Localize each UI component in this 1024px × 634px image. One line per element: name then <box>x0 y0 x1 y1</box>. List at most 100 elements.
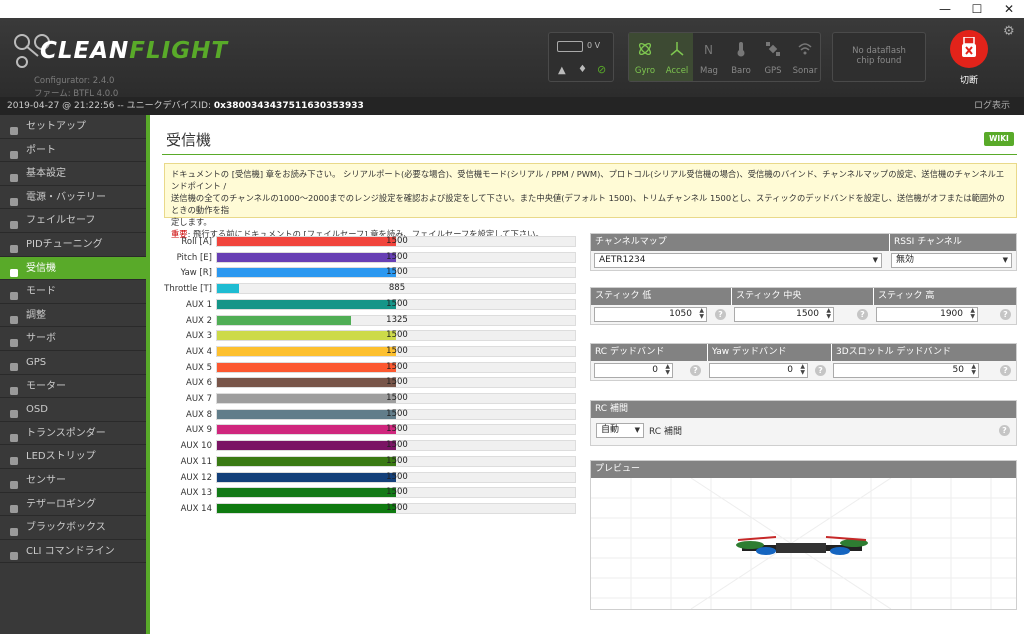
disconnect-button[interactable] <box>950 30 988 68</box>
sidebar-item[interactable]: サーボ <box>0 327 146 351</box>
sidebar-item[interactable]: トランスポンダー <box>0 422 146 446</box>
configurator-version: Configurator: 2.4.0 <box>34 76 115 86</box>
sonar-icon <box>798 43 812 55</box>
accel-icon <box>670 42 684 56</box>
channel-label: AUX 2 <box>186 315 212 326</box>
sidebar-item[interactable]: ポート <box>0 139 146 163</box>
help-icon[interactable]: ? <box>690 365 701 376</box>
sidebar-item[interactable]: 調整 <box>0 304 146 328</box>
device-id-label: -- ユニークデバイスID: <box>114 101 214 111</box>
gyro-icon <box>638 42 652 56</box>
stick-low-input[interactable]: 1050 ▲ ▼ <box>594 307 707 322</box>
yaw-deadband-input[interactable]: 0 ▲ ▼ <box>709 363 808 378</box>
help-icon[interactable]: ? <box>715 309 726 320</box>
sidebar-item[interactable]: 電源・バッテリー <box>0 186 146 210</box>
sidebar-item[interactable]: LEDストリップ <box>0 445 146 469</box>
sidebar-item[interactable]: フェイルセーフ <box>0 209 146 233</box>
channel-bar-track: 1500 <box>216 393 576 404</box>
app-header: CLEANFLIGHT Configurator: 2.4.0 ファーム: BT… <box>0 18 1024 99</box>
channel-bar-track: 1500 <box>216 440 576 452</box>
channel-value: 1500 <box>386 361 408 372</box>
sidebar-item-label: GPS <box>26 356 47 368</box>
sidebar-item[interactable]: OSD <box>0 398 146 422</box>
help-icon[interactable]: ? <box>1000 309 1011 320</box>
sidebar-nav: セットアップ ポート基本設定 電源・バッテリー フェイルセーフ PIDチューニング 受信機… <box>0 115 146 634</box>
sidebar-item-label: 調整 <box>26 309 46 321</box>
channel-row: Yaw [R] 1500 <box>150 267 580 279</box>
transponder-icon <box>9 429 19 442</box>
rssi-channel-header: RSSI チャンネル <box>889 234 1016 251</box>
channel-bar-track: 1500 <box>216 471 576 483</box>
status-line: 2019-04-27 @ 21:22:56 -- ユニークデバイスID: 0x3… <box>0 97 1024 115</box>
sensor-status-panel: Gyro Accel N Mag Baro GPS Sonar <box>628 32 821 82</box>
receiver-icon <box>9 264 19 277</box>
channel-bar-track: 1500 <box>216 424 576 436</box>
sidebar-item-label: セットアップ <box>26 121 86 132</box>
terminal-icon <box>9 547 19 560</box>
channel-row: AUX 13 1500 <box>150 487 580 499</box>
sidebar-item-label: CLI コマンドライン <box>26 545 115 557</box>
channel-value: 1325 <box>386 314 408 325</box>
channel-map-select[interactable]: AETR1234 ▼ <box>594 253 882 268</box>
sidebar-item[interactable]: セットアップ <box>0 115 146 139</box>
stick-center-input[interactable]: 1500 ▲ ▼ <box>734 307 834 322</box>
rc-interpolation-select[interactable]: 自動 ▼ <box>596 423 644 438</box>
settings-gear-icon[interactable]: ⚙ <box>1003 24 1015 39</box>
device-id: 0x380034343751163035393​3 <box>213 101 364 111</box>
help-icon[interactable]: ? <box>857 309 868 320</box>
channel-row: AUX 8 1500 <box>150 408 580 421</box>
channel-value: 1500 <box>386 393 408 403</box>
pulse-icon <box>9 476 19 489</box>
channel-row: AUX 4 1500 <box>150 345 580 358</box>
rc-deadband-input[interactable]: 0 ▲ ▼ <box>594 363 673 378</box>
channel-label: AUX 8 <box>186 409 212 420</box>
sidebar-item-label: ポート <box>26 144 56 156</box>
rc-interpolation-header: RC 補間 <box>591 401 1016 418</box>
sidebar-item-label: トランスポンダー <box>26 427 106 439</box>
help-icon[interactable]: ? <box>815 365 826 376</box>
show-log-link[interactable]: ログ表示 <box>974 97 1010 115</box>
sidebar-item[interactable]: GPS <box>0 351 146 375</box>
yaw-deadband-header: Yaw デッドバンド <box>707 344 831 361</box>
sidebar-item[interactable]: モード <box>0 280 146 304</box>
close-window-button[interactable]: ✕ <box>992 0 1024 18</box>
channel-map-header: チャンネルマップ <box>591 234 889 251</box>
sidebar-item[interactable]: 基本設定 <box>0 162 146 186</box>
satellite-icon <box>9 358 19 371</box>
sidebar-item[interactable]: CLI コマンドライン <box>0 540 146 564</box>
channel-label: Yaw [R] <box>180 268 212 279</box>
channel-bar-track: 1500 <box>216 330 576 342</box>
baro-icon <box>737 42 745 57</box>
sidebar-item[interactable]: 受信機 <box>0 256 146 281</box>
sidebar-item[interactable]: テザーロギング <box>0 493 146 517</box>
stick-high-input[interactable]: 1900 ▲ ▼ <box>876 307 978 322</box>
throttle-deadband-header: 3Dスロットル デッドバンド <box>831 344 1016 361</box>
throttle-deadband-input[interactable]: 50 ▲ ▼ <box>833 363 979 378</box>
sidebar-item[interactable]: センサー <box>0 469 146 493</box>
channel-row: AUX 12 1500 <box>150 471 580 484</box>
channel-value: 1500 <box>386 455 408 466</box>
channel-bar-track: 1500 <box>216 377 576 389</box>
sidebar-item[interactable]: PIDチューニング <box>0 233 146 257</box>
maximize-button[interactable]: ☐ <box>960 0 994 18</box>
channel-row: Pitch [E] 1500 <box>150 251 580 264</box>
servo-icon <box>9 334 19 348</box>
wiki-button[interactable]: WIKI <box>984 132 1014 146</box>
rssi-channel-select[interactable]: 無効 ▼ <box>891 253 1012 268</box>
channel-value: 1500 <box>386 440 408 451</box>
usb-disconnect-icon <box>962 37 976 57</box>
channel-row: AUX 9 1500 <box>150 424 580 436</box>
sidebar-item-label: センサー <box>26 474 66 486</box>
sidebar-item[interactable]: モーター <box>0 375 146 399</box>
channel-row: AUX 11 1500 <box>150 455 580 468</box>
page-title: 受信機 <box>166 131 212 149</box>
status-datetime: 2019-04-27 @ 21:22:56 <box>7 101 115 111</box>
channel-row: AUX 7 1500 <box>150 393 580 405</box>
help-icon[interactable]: ? <box>999 425 1010 436</box>
help-icon[interactable]: ? <box>1000 365 1011 376</box>
sensor-baro: Baro <box>725 33 757 81</box>
sidebar-item[interactable]: ブラックボックス <box>0 516 146 540</box>
minimize-button[interactable]: — <box>928 0 962 18</box>
chevron-down-icon: ▼ <box>872 256 878 264</box>
sidebar-item-label: ブラックボックス <box>26 522 106 534</box>
